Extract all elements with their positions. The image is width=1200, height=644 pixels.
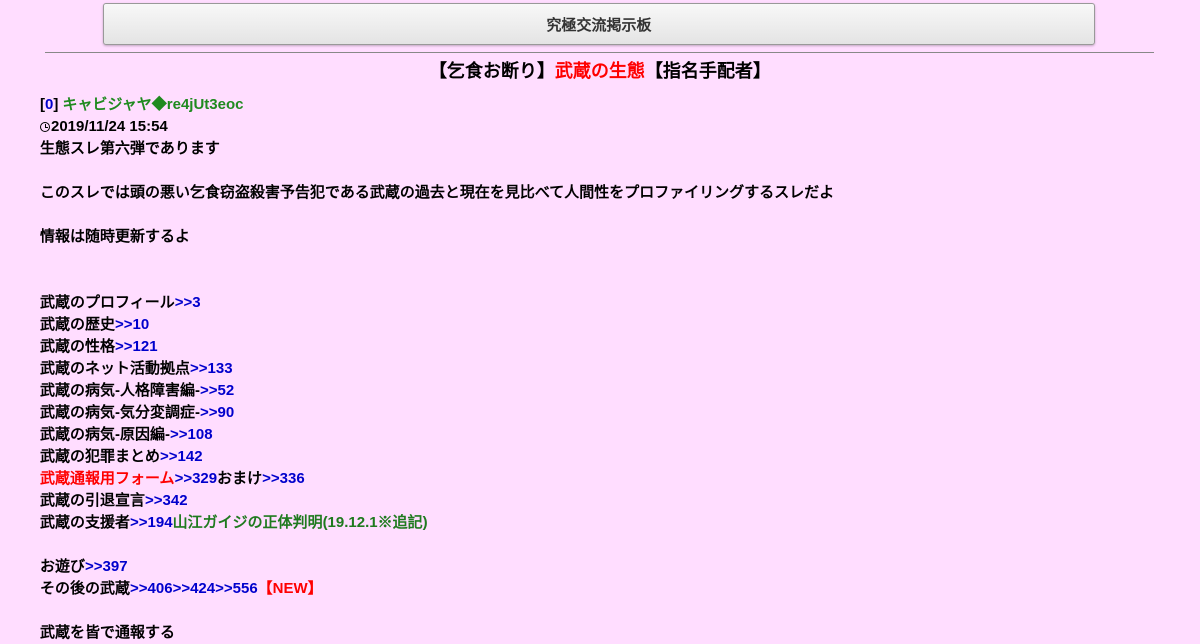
reply-anchor[interactable]: >>121 (115, 338, 158, 355)
link-label: 武蔵の病気-気分変調症- (40, 404, 200, 421)
reply-anchor[interactable]: >>10 (115, 316, 149, 333)
site-header-bar[interactable]: 究極交流掲示板 (103, 3, 1095, 45)
post-datetime-line: 2019/11/24 15:54 (40, 116, 1160, 138)
post-intro-3: 情報は随時更新するよ (40, 228, 191, 245)
report-form-label: 武蔵通報用フォーム (40, 470, 175, 487)
post-intro-2: このスレでは頭の悪い乞食窃盗殺害予告犯である武蔵の過去と現在を見比べて人間性をプ… (40, 184, 835, 201)
reply-anchor[interactable]: >>336 (262, 470, 305, 487)
link-label: 武蔵の犯罪まとめ (40, 448, 161, 465)
reply-anchor[interactable]: >>133 (190, 360, 233, 377)
thread-title-highlight: 武蔵の生態 (555, 61, 645, 81)
link-item-aftermath: その後の武蔵>>406>>424>>556【NEW】 (40, 578, 1160, 600)
link-item-personality: 武蔵の性格>>121 (40, 336, 1160, 358)
link-item-report-form: 武蔵通報用フォーム>>329おまけ>>336 (40, 468, 1160, 490)
link-item-history: 武蔵の歴史>>10 (40, 314, 1160, 336)
post-cutoff-line: 武蔵を皆で通報する (40, 624, 176, 641)
post-number-close-bracket: ] (53, 96, 59, 113)
thread-title-suffix: 【指名手配者】 (645, 61, 771, 81)
new-badge: 【NEW】 (257, 580, 323, 597)
thread-title: 【乞食お断り】武蔵の生態【指名手配者】 (0, 59, 1200, 83)
link-item-crimes: 武蔵の犯罪まとめ>>142 (40, 446, 1160, 468)
link-label: 武蔵の性格 (40, 338, 116, 355)
link-item-illness-personality: 武蔵の病気-人格障害編->>52 (40, 380, 1160, 402)
reply-anchor[interactable]: >>194 (130, 514, 173, 531)
link-label: その後の武蔵 (40, 580, 131, 597)
reply-anchor[interactable]: >>342 (145, 492, 188, 509)
bonus-label: おまけ (217, 470, 263, 487)
reply-anchor[interactable]: >>108 (170, 426, 213, 443)
link-item-retirement: 武蔵の引退宣言>>342 (40, 490, 1160, 512)
thread-title-prefix: 【乞食お断り】 (429, 61, 555, 81)
link-item-supporters: 武蔵の支援者>>194山江ガイジの正体判明(19.12.1※追記) (40, 512, 1160, 534)
post-datetime: 2019/11/24 15:54 (51, 118, 168, 135)
link-item-play: お遊び>>397 (40, 556, 1160, 578)
reply-anchor[interactable]: >>556 (215, 580, 258, 597)
reply-anchor[interactable]: >>52 (200, 382, 234, 399)
post-intro-1: 生態スレ第六弾であります (40, 140, 220, 157)
reply-anchor[interactable]: >>329 (175, 470, 218, 487)
link-item-profile: 武蔵のプロフィール>>3 (40, 292, 1160, 314)
reply-anchor[interactable]: >>424 (173, 580, 216, 597)
header-divider (45, 52, 1154, 53)
site-title[interactable]: 究極交流掲示板 (546, 14, 651, 35)
reply-anchor[interactable]: >>397 (85, 558, 128, 575)
link-item-illness-cause: 武蔵の病気-原因編->>108 (40, 424, 1160, 446)
link-label: 武蔵の支援者 (40, 514, 131, 531)
reply-anchor[interactable]: >>3 (175, 294, 201, 311)
post-author: キャビジャヤ◆re4jUt3eoc (62, 96, 244, 113)
link-item-net-activity: 武蔵のネット活動拠点>>133 (40, 358, 1160, 380)
post-header: [0] キャビジャヤ◆re4jUt3eoc (40, 94, 1160, 116)
link-label: 武蔵のネット活動拠点 (40, 360, 191, 377)
supporter-note: 山江ガイジの正体判明(19.12.1※追記) (172, 514, 428, 531)
clock-icon (40, 122, 50, 132)
link-label: お遊び (40, 558, 86, 575)
link-item-illness-dysthymia: 武蔵の病気-気分変調症->>90 (40, 402, 1160, 424)
link-label: 武蔵の病気-人格障害編- (40, 382, 200, 399)
post-0: [0] キャビジャヤ◆re4jUt3eoc 2019/11/24 15:54 生… (40, 94, 1160, 644)
link-label: 武蔵のプロフィール (40, 294, 175, 311)
link-label: 武蔵の病気-原因編- (40, 426, 170, 443)
reply-anchor[interactable]: >>406 (130, 580, 173, 597)
reply-anchor[interactable]: >>90 (200, 404, 234, 421)
reply-anchor[interactable]: >>142 (160, 448, 203, 465)
link-label: 武蔵の引退宣言 (40, 492, 146, 509)
link-label: 武蔵の歴史 (40, 316, 116, 333)
